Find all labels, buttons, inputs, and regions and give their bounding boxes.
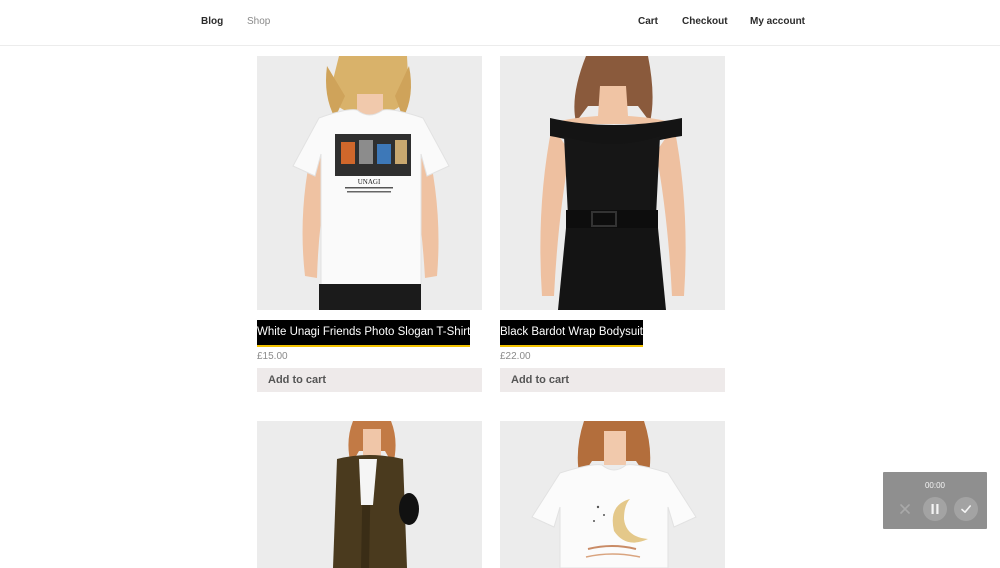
pause-recording-button[interactable] [923,497,947,521]
product-image[interactable] [500,56,725,310]
shirt-print-slogan: UNAGI [358,178,381,186]
nav-shop-link[interactable]: Shop [247,16,270,27]
product-card: UNAGI White Unagi Friends Photo Slogan T… [257,56,482,392]
nav-checkout-link[interactable]: Checkout [682,16,728,27]
product-card: Black Bardot Wrap Bodysuit £22.00 Add to… [500,56,725,392]
product-card [500,421,725,568]
product-card [257,421,482,568]
add-to-cart-button[interactable]: Add to cart [500,368,725,392]
discard-recording-button[interactable] [893,497,917,521]
close-icon [900,504,910,514]
check-icon [961,505,971,513]
product-title[interactable]: White Unagi Friends Photo Slogan T-Shirt [257,320,471,347]
finish-recording-button[interactable] [954,497,978,521]
product-image[interactable]: UNAGI [257,56,482,310]
pause-icon [931,504,939,514]
recording-timer: 00:00 [924,481,946,490]
product-image[interactable] [500,421,725,568]
nav-cart-link[interactable]: Cart [638,16,658,27]
screen-recorder-widget: 00:00 [883,472,987,529]
nav-blog-link[interactable]: Blog [201,16,223,27]
tshirt-model-illustration: UNAGI [257,56,482,310]
product-image[interactable] [257,421,482,568]
coat-model-illustration [257,421,482,568]
nav-my-account-link[interactable]: My account [750,16,805,27]
product-price: £15.00 [257,351,288,362]
add-to-cart-button[interactable]: Add to cart [257,368,482,392]
site-header: Blog Shop Cart Checkout My account [0,0,1000,46]
moon-tshirt-model-illustration [500,421,725,568]
bodysuit-model-illustration [500,56,725,310]
product-price: £22.00 [500,351,531,362]
product-title[interactable]: Black Bardot Wrap Bodysuit [500,320,643,347]
